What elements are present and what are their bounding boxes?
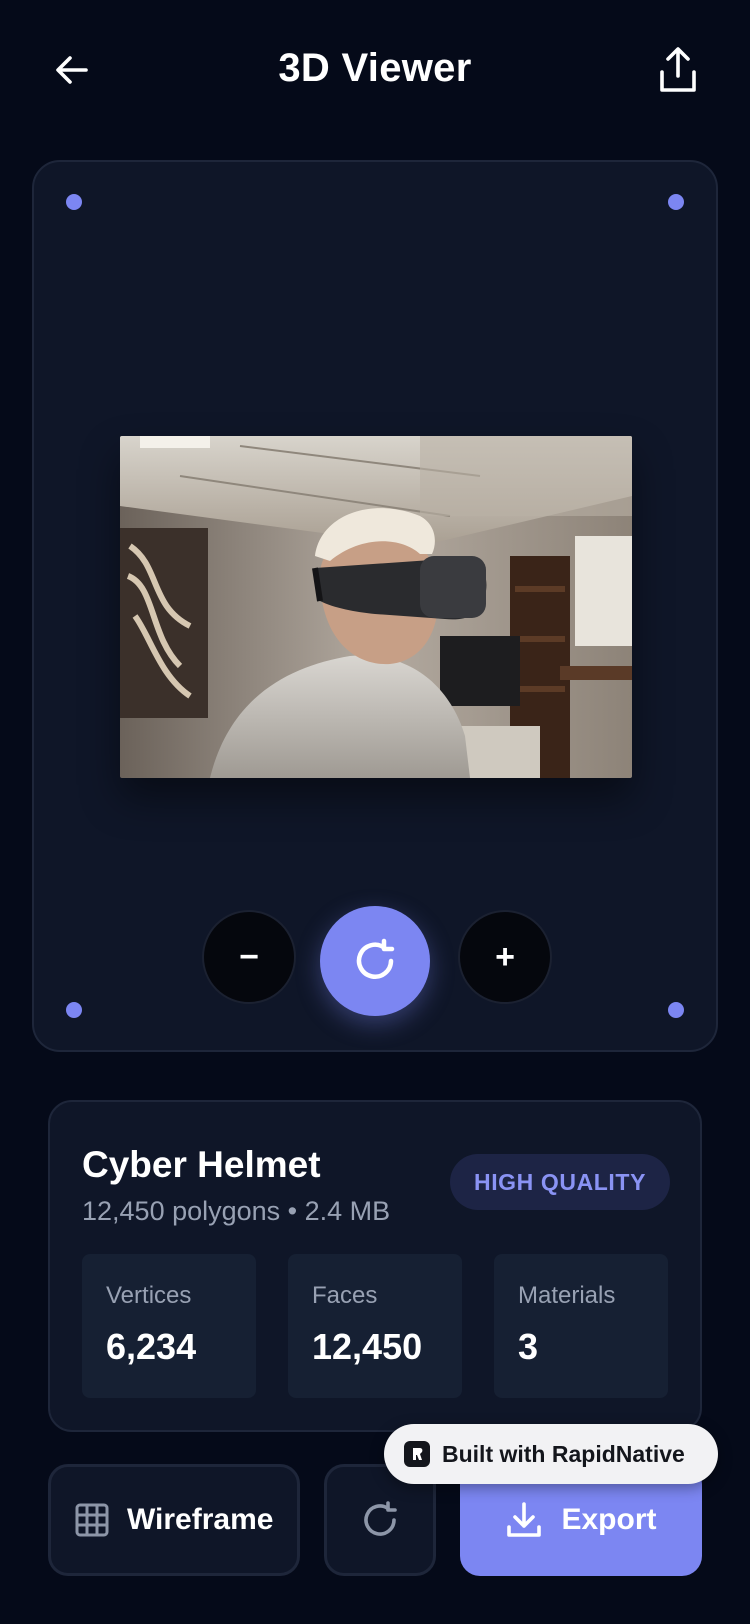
- wireframe-button[interactable]: Wireframe: [48, 1464, 300, 1576]
- quality-badge: HIGH QUALITY: [450, 1154, 670, 1210]
- wireframe-label: Wireframe: [127, 1503, 274, 1536]
- grid-icon: [75, 1503, 109, 1537]
- share-button[interactable]: [654, 44, 702, 96]
- share-upload-icon: [660, 47, 696, 92]
- rotate-icon: [356, 938, 395, 979]
- stat-label: Vertices: [106, 1282, 192, 1309]
- zoom-out-button[interactable]: −: [202, 910, 296, 1004]
- model-name: Cyber Helmet: [82, 1144, 321, 1185]
- page-title: 3D Viewer: [278, 46, 472, 90]
- stat-vertices: Vertices 6,234: [82, 1254, 256, 1398]
- refresh-icon: [364, 1501, 397, 1536]
- built-with-label: Built with RapidNative: [442, 1440, 685, 1467]
- header: 3D Viewer: [0, 0, 750, 145]
- model-info-card: Cyber Helmet 12,450 polygons • 2.4 MB HI…: [48, 1100, 702, 1432]
- corner-marker: [66, 194, 82, 210]
- stat-value: 6,234: [106, 1326, 197, 1367]
- stat-label: Faces: [312, 1282, 378, 1309]
- corner-marker: [668, 1002, 684, 1018]
- stat-value: 3: [518, 1326, 539, 1367]
- zoom-in-button[interactable]: +: [458, 910, 552, 1004]
- rotate-button[interactable]: [320, 906, 430, 1016]
- model-preview-image: [120, 436, 632, 778]
- corner-marker: [66, 1002, 82, 1018]
- rapidnative-logo-icon: [404, 1441, 430, 1467]
- stat-faces: Faces 12,450: [288, 1254, 462, 1398]
- stat-label: Materials: [518, 1282, 616, 1309]
- model-meta: 12,450 polygons • 2.4 MB: [82, 1196, 391, 1226]
- stat-value: 12,450: [312, 1326, 423, 1367]
- download-icon: [507, 1502, 542, 1537]
- built-with-badge[interactable]: Built with RapidNative: [384, 1424, 718, 1484]
- model-viewer[interactable]: − +: [32, 160, 718, 1052]
- stat-materials: Materials 3: [494, 1254, 668, 1398]
- export-label: Export: [561, 1503, 657, 1536]
- corner-marker: [668, 194, 684, 210]
